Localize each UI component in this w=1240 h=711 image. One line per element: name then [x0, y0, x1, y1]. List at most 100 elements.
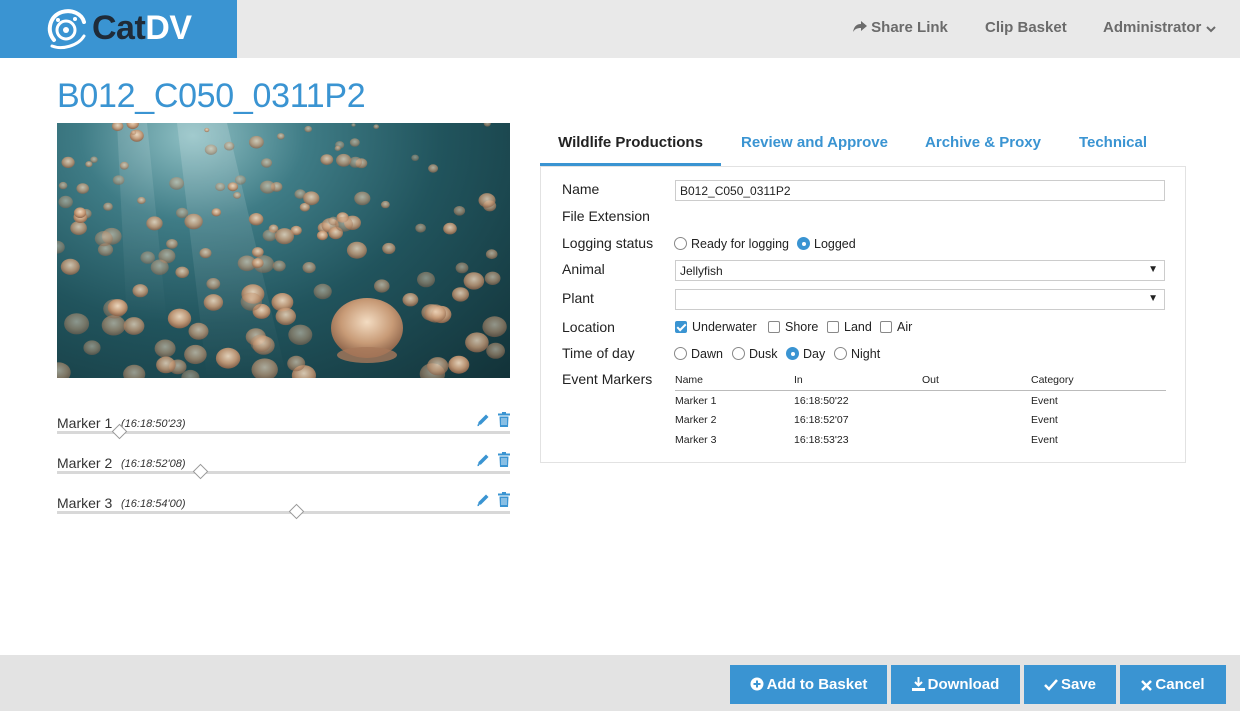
download-icon	[911, 677, 925, 691]
page-title: B012_C050_0311P2	[57, 77, 366, 115]
add-to-basket-label: Add to Basket	[766, 676, 868, 693]
col-in-header: In	[794, 371, 922, 391]
cell-in: 16:18:50'22	[794, 394, 849, 407]
location-underwater-checkbox[interactable]: Underwater	[675, 320, 757, 334]
cell-in: 16:18:52'07	[794, 414, 849, 426]
cell-category: Event	[1031, 394, 1058, 407]
time-dawn-radio[interactable]: Dawn	[674, 347, 723, 361]
marker-slider-track[interactable]	[57, 511, 510, 514]
download-button[interactable]: Download	[891, 665, 1020, 704]
trash-icon[interactable]	[498, 412, 510, 427]
event-markers-table: Name In Out Category Marker 1 16:18:50'2…	[675, 371, 1166, 450]
time-night-radio[interactable]: Night	[834, 347, 880, 361]
table-header-row: Name In Out Category	[675, 371, 1166, 391]
col-out-header: Out	[922, 371, 1031, 391]
animal-label: Animal	[562, 261, 605, 277]
save-button[interactable]: Save	[1024, 665, 1116, 704]
jellyfish-image	[57, 123, 507, 378]
status-logged-label: Logged	[814, 237, 856, 251]
time-day-label: Day	[803, 347, 826, 361]
location-land-checkbox[interactable]: Land	[827, 320, 872, 334]
pencil-icon[interactable]	[476, 493, 490, 507]
trash-icon[interactable]	[498, 452, 510, 467]
cell-category: Event	[1031, 414, 1058, 426]
marker-timecode: (16:18:50'23)	[121, 418, 186, 430]
radio-selected-icon	[797, 237, 810, 250]
time-dusk-label: Dusk	[749, 347, 778, 361]
marker-label: Marker 3	[57, 495, 113, 511]
table-row[interactable]: Marker 1 16:18:50'22 Event	[675, 390, 1166, 410]
logo-wordmark: CatDV	[92, 9, 192, 48]
checkbox-icon	[827, 321, 839, 333]
tab-technical[interactable]: Technical	[1058, 123, 1168, 166]
clip-thumbnail[interactable]	[57, 123, 510, 378]
marker-timecode: (16:18:54'00)	[121, 498, 186, 510]
cell-name: Marker 2	[675, 414, 717, 426]
clip-basket-link[interactable]: Clip Basket	[985, 19, 1067, 36]
animal-select[interactable]: Jellyfish ▼	[675, 260, 1165, 281]
plant-label: Plant	[562, 290, 594, 306]
share-link-button[interactable]: Share Link	[853, 19, 948, 36]
checkbox-icon	[880, 321, 892, 333]
time-dusk-radio[interactable]: Dusk	[732, 347, 777, 361]
administrator-menu[interactable]: Administrator	[1103, 19, 1216, 36]
marker-timecode: (16:18:52'08)	[121, 458, 186, 470]
status-ready-radio[interactable]: Ready for logging	[674, 237, 789, 251]
radio-icon	[674, 347, 687, 360]
marker-label: Marker 1	[57, 415, 113, 431]
time-day-radio[interactable]: Day	[786, 347, 825, 361]
marker-slider-handle[interactable]	[288, 503, 305, 520]
plant-select[interactable]: ▼	[675, 289, 1165, 310]
cell-category: Event	[1031, 434, 1058, 446]
marker-row: Marker 2 (16:18:52'08)	[57, 449, 510, 483]
logging-status-label: Logging status	[562, 235, 654, 251]
radio-icon	[732, 347, 745, 360]
event-markers-label: Event Markers	[562, 371, 653, 387]
catdv-logo[interactable]: CatDV	[0, 0, 237, 58]
location-air-checkbox[interactable]: Air	[880, 320, 912, 334]
animal-value: Jellyfish	[680, 264, 723, 278]
cell-out	[922, 390, 1031, 410]
cancel-label: Cancel	[1155, 676, 1205, 693]
tab-archive-proxy[interactable]: Archive & Proxy	[908, 123, 1058, 166]
cancel-button[interactable]: Cancel	[1120, 665, 1226, 704]
trash-icon[interactable]	[498, 492, 510, 507]
cell-out	[922, 430, 1031, 450]
location-air-label: Air	[897, 320, 913, 334]
logo-prefix: Cat	[92, 9, 146, 47]
logo-suffix: DV	[145, 9, 192, 47]
cell-name: Marker 1	[675, 394, 717, 407]
action-bar: Add to Basket Download Save Cancel	[0, 655, 1240, 711]
add-to-basket-button[interactable]: Add to Basket	[730, 665, 887, 704]
table-row[interactable]: Marker 3 16:18:53'23 Event	[675, 430, 1166, 450]
time-of-day-label: Time of day	[562, 345, 635, 361]
pencil-icon[interactable]	[476, 453, 490, 467]
col-name-header: Name	[675, 371, 794, 391]
marker-slider-track[interactable]	[57, 471, 510, 474]
tab-wildlife-productions[interactable]: Wildlife Productions	[540, 123, 721, 166]
table-row[interactable]: Marker 2 16:18:52'07 Event	[675, 410, 1166, 430]
chevron-down-icon	[1205, 26, 1216, 33]
tab-review-and-approve[interactable]: Review and Approve	[721, 123, 908, 166]
close-icon	[1141, 680, 1153, 691]
cell-name: Marker 3	[675, 434, 717, 446]
cell-out	[922, 410, 1031, 430]
marker-slider-handle[interactable]	[192, 463, 209, 480]
time-dawn-label: Dawn	[691, 347, 723, 361]
marker-label: Marker 2	[57, 455, 113, 471]
location-label: Location	[562, 319, 615, 335]
name-input[interactable]	[675, 180, 1165, 201]
status-logged-radio[interactable]: Logged	[797, 237, 856, 251]
location-shore-checkbox[interactable]: Shore	[768, 320, 818, 334]
cell-in: 16:18:53'23	[794, 434, 849, 446]
radio-icon	[834, 347, 847, 360]
location-shore-label: Shore	[785, 320, 819, 334]
name-label: Name	[562, 181, 600, 197]
save-label: Save	[1060, 676, 1097, 693]
col-category-header: Category	[1031, 371, 1166, 391]
share-link-label: Share Link	[871, 19, 948, 36]
dropdown-caret-icon: ▼	[1148, 293, 1158, 304]
pencil-icon[interactable]	[476, 413, 490, 427]
checkbox-icon	[768, 321, 780, 333]
top-bar: CatDV Share Link Clip Basket Administrat…	[0, 0, 1240, 58]
